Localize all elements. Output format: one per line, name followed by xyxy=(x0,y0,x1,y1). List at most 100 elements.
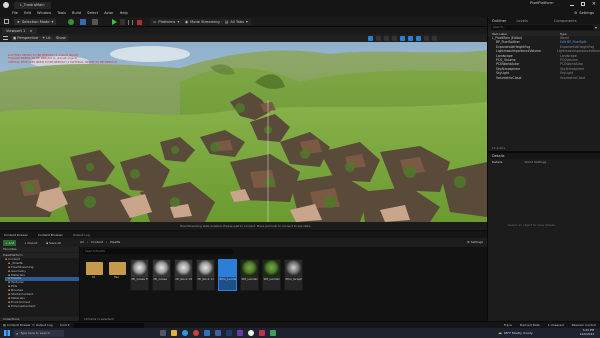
add-actor-icon[interactable] xyxy=(68,19,74,25)
asset-tile[interactable]: SM_Landscape xyxy=(240,259,259,291)
menu-tools[interactable]: Tools xyxy=(57,11,66,15)
lit-button[interactable]: ☀ Lit xyxy=(40,35,53,41)
maximize-viewport-icon[interactable] xyxy=(432,35,437,41)
outliner-search-input[interactable]: Search... xyxy=(491,25,593,30)
tab-output-log[interactable]: Output Log xyxy=(73,233,90,237)
os-taskbar: ⌕ Type here to search ☁ 68°F Mostly clou… xyxy=(0,328,600,338)
level-viewport[interactable]: LIGHTING NEEDS TO BE REBUILT (1 unbuilt … xyxy=(0,42,487,222)
menu-build[interactable]: Build xyxy=(72,11,81,15)
outliner-row[interactable]: VolumetricCloud VolumetricCloud xyxy=(492,76,600,80)
asset-tile[interactable]: MI_Grass Mask xyxy=(130,259,149,291)
tab-components[interactable]: Components xyxy=(554,19,577,23)
filter-icon[interactable]: ▾ xyxy=(595,25,597,30)
windows-start-icon[interactable] xyxy=(4,330,10,336)
content-drawer-button[interactable]: ▤ Content Drawer xyxy=(3,323,31,327)
asset-tile-selected[interactable]: PCG_Landscape xyxy=(218,259,237,291)
app-icon[interactable] xyxy=(270,329,276,336)
file-explorer-icon[interactable] xyxy=(171,329,177,336)
asset-tile[interactable]: MI_Rock Color xyxy=(196,259,215,291)
cmd-dropdown[interactable]: Cmd ▾ xyxy=(60,323,69,327)
save-all-button[interactable]: ▪ Save All xyxy=(44,240,63,246)
asset-search-input[interactable]: Search PixelTe xyxy=(83,249,233,254)
cinematics-icon[interactable] xyxy=(92,19,98,25)
transform-rotate-icon[interactable] xyxy=(376,35,381,41)
menu-actor[interactable]: Actor xyxy=(104,11,113,15)
app-icon[interactable] xyxy=(259,329,265,336)
output-log-button[interactable]: ▭ Output Log xyxy=(32,323,53,327)
save-icon[interactable] xyxy=(4,19,9,24)
asset-tile-folder[interactable]: M xyxy=(84,259,103,291)
menu-select[interactable]: Select xyxy=(87,11,98,15)
close-icon[interactable]: × xyxy=(592,1,596,7)
asset-tile-folder[interactable]: Tex xyxy=(107,259,126,291)
revision-control-button[interactable]: Revision Control xyxy=(572,323,596,327)
tab-outliner[interactable]: Outliner xyxy=(492,19,506,23)
menu-file[interactable]: File xyxy=(12,11,18,15)
hamburger-icon[interactable] xyxy=(3,36,8,40)
edge-icon[interactable] xyxy=(182,329,188,336)
tab-levels[interactable]: Levels xyxy=(516,19,527,23)
show-button[interactable]: Show xyxy=(54,35,68,41)
menu-help[interactable]: Help xyxy=(120,11,128,15)
chrome-icon[interactable] xyxy=(193,329,199,336)
import-button[interactable]: ↓ Import xyxy=(22,240,39,246)
media-icon[interactable] xyxy=(237,329,243,336)
menu-edit[interactable]: Edit xyxy=(24,11,31,15)
store-icon[interactable] xyxy=(215,329,221,336)
asset-tile[interactable]: MI_Grass xyxy=(152,259,171,291)
snap-rotate-icon[interactable] xyxy=(408,35,413,41)
trace-button[interactable]: Trace xyxy=(504,323,512,327)
tab-content-drawer[interactable]: Content Drawer xyxy=(4,233,28,237)
perspective-button[interactable]: ▣ Perspective xyxy=(11,35,41,41)
selection-mode-dropdown[interactable]: ➤ Selection Mode ▾ xyxy=(14,19,57,25)
asset-tile[interactable]: SM_Landscape Mask xyxy=(262,259,281,291)
platforms-dropdown[interactable]: ▭ Platforms ▾ xyxy=(150,19,183,25)
minimize-icon[interactable] xyxy=(569,5,574,6)
snap-grid-icon[interactable] xyxy=(400,35,405,41)
weather-icon: ☁ xyxy=(498,330,502,335)
breadcrumb-pixelte[interactable]: PixelTe xyxy=(110,240,120,244)
transform-scale-icon[interactable] xyxy=(384,35,389,41)
asset-tile[interactable]: MI_Rock 01 xyxy=(174,259,193,291)
tab-world-settings[interactable]: World Settings xyxy=(524,160,546,164)
world-icon[interactable] xyxy=(392,35,397,41)
task-view-icon[interactable] xyxy=(160,329,166,336)
stop-icon[interactable] xyxy=(137,19,142,25)
unsaved-button[interactable]: 1 Unsaved xyxy=(548,323,564,327)
transform-move-icon[interactable] xyxy=(368,35,373,41)
level-tab[interactable]: L_TundraMain xyxy=(14,1,51,9)
snap-scale-icon[interactable] xyxy=(416,35,421,41)
tab-details[interactable]: Details xyxy=(492,154,504,158)
settings-button[interactable]: ⚙ Settings xyxy=(574,11,594,15)
add-button[interactable]: + Add xyxy=(3,239,17,246)
blueprint-icon[interactable] xyxy=(80,19,86,25)
camera-speed-icon[interactable] xyxy=(424,35,429,41)
favorites-header[interactable]: Favorites xyxy=(3,247,17,252)
asset-name: SM_Landscape xyxy=(241,277,259,281)
maximize-icon[interactable] xyxy=(580,2,585,6)
asset-tile[interactable]: PCG_Graph xyxy=(284,259,303,291)
clock-date[interactable]: 12/6/2024 xyxy=(580,332,594,337)
mode-streaming-button[interactable]: ◉ Mode Streaming ▾ xyxy=(182,19,227,25)
column-item-label[interactable]: Item Label xyxy=(492,32,560,36)
tree-item[interactable]: ▪ ExternalContent xyxy=(5,304,79,309)
console-input[interactable] xyxy=(74,323,144,328)
pause-icon[interactable] xyxy=(128,19,133,25)
breadcrumb-content[interactable]: Content xyxy=(91,240,103,244)
play-icon[interactable] xyxy=(112,19,117,25)
derived-data-button[interactable]: Derived Data xyxy=(520,323,540,327)
mail-icon[interactable] xyxy=(204,329,210,336)
cb-settings-button[interactable]: ⚙ Settings xyxy=(467,240,483,244)
menu-window[interactable]: Window xyxy=(37,11,51,15)
tab-content-browser[interactable]: Content Browser xyxy=(38,233,63,237)
weather-text[interactable]: 68°F Mostly cloudy xyxy=(504,331,533,335)
all-tabs-button[interactable]: ▤ All Tabs ▾ xyxy=(222,19,251,25)
tab-details-inner[interactable]: Details xyxy=(492,160,502,164)
column-type[interactable]: Type xyxy=(560,32,566,36)
photoshop-icon[interactable] xyxy=(226,329,232,336)
breadcrumb-all[interactable]: All xyxy=(80,240,84,244)
play-options-icon[interactable] xyxy=(120,19,125,25)
close-icon[interactable]: × xyxy=(29,29,32,33)
taskbar-search[interactable]: ⌕ Type here to search xyxy=(14,329,64,337)
unreal-taskbar-icon[interactable] xyxy=(248,329,254,336)
